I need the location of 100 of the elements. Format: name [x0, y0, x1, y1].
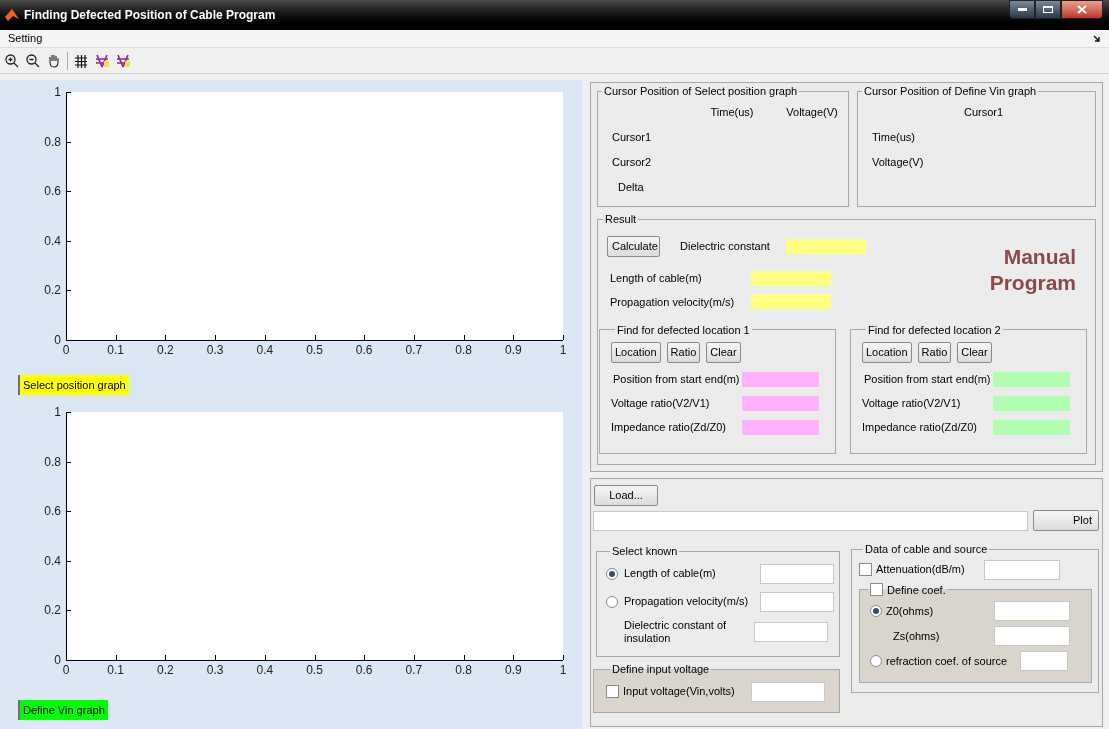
row-label: Time(us) — [872, 129, 915, 145]
field-label: Dielectric constant — [680, 238, 771, 254]
data-cursor-icon[interactable] — [94, 52, 110, 69]
tick-label: 0.4 — [44, 553, 61, 568]
group-title: Cursor Position of Define Vin graph — [863, 84, 1038, 99]
checkbox-label[interactable]: Define coef. — [887, 581, 946, 598]
option-label[interactable]: Z0(ohms) — [886, 602, 994, 620]
field-label: Impedance ratio(Zd/Z0) — [862, 419, 978, 435]
tick-label: 0.2 — [157, 343, 174, 357]
option-label[interactable]: Length of cable(m) — [624, 565, 758, 582]
option-label[interactable]: refraction coef. of source — [886, 652, 1020, 670]
field-label: Length of cable(m) — [610, 271, 703, 287]
radio-button[interactable] — [870, 605, 882, 617]
tick-label: 0.3 — [206, 343, 224, 357]
close-button[interactable] — [1061, 0, 1103, 19]
tick-label: 0.2 — [44, 603, 61, 618]
tick-label: 1 — [559, 343, 567, 357]
text-field[interactable] — [593, 510, 1028, 531]
tick-label: 0.8 — [455, 663, 472, 677]
hand-icon[interactable] — [46, 52, 62, 69]
app-logo-icon — [4, 7, 20, 23]
window-title: Finding Defected Position of Cable Program — [24, 7, 276, 24]
tick-label: 0.1 — [107, 663, 125, 677]
group-title: Cursor Position of Select position graph — [603, 84, 799, 99]
row-label: Cursor1 — [612, 129, 653, 145]
tick-label: 0 — [62, 343, 70, 357]
text-field[interactable] — [754, 621, 828, 642]
tick-label: 0.7 — [405, 663, 423, 677]
tick-label: 0.5 — [306, 343, 323, 357]
group-title: Result — [604, 212, 638, 227]
zoom-in-icon[interactable] — [4, 52, 20, 69]
button[interactable]: Clear — [706, 342, 741, 363]
field-label: Position from start end(m) — [612, 371, 741, 387]
checkbox[interactable] — [870, 583, 883, 597]
minimize-button[interactable] — [1009, 0, 1035, 19]
radio-button[interactable] — [870, 655, 882, 667]
tick-label: 0.7 — [405, 343, 423, 357]
graph-button[interactable]: Define Vin graph — [18, 700, 108, 720]
zoom-out-icon[interactable] — [25, 52, 41, 69]
column-header: Voltage(V) — [785, 104, 839, 120]
button[interactable]: Ratio — [666, 342, 701, 363]
checkbox-label[interactable]: Input voltage(Vin,volts) — [623, 683, 751, 700]
button[interactable]: Calculate — [607, 235, 660, 257]
text-field[interactable] — [994, 626, 1070, 646]
tick-label: 0.6 — [44, 184, 61, 199]
grid-icon[interactable] — [73, 52, 89, 69]
group-title: Find for defected location 1 — [616, 322, 751, 338]
tick-label: 0.9 — [504, 343, 522, 357]
tick-label: 0.6 — [44, 504, 61, 519]
tick-label: 0.8 — [455, 343, 472, 357]
button[interactable]: Ratio — [917, 342, 952, 363]
button[interactable]: Location — [611, 342, 661, 363]
tick-label: 0.6 — [355, 343, 373, 357]
text-field[interactable] — [1020, 651, 1068, 671]
column-header: Time(us) — [709, 104, 755, 120]
field-label: Zs(ohms) — [893, 628, 941, 644]
tick-label: 0.1 — [107, 343, 125, 357]
tick-label: 0.5 — [306, 663, 323, 677]
button[interactable]: Location — [862, 342, 912, 363]
tick-label: 0.8 — [44, 454, 61, 469]
graph-button[interactable]: Select position graph — [18, 375, 129, 395]
tick-label: 0.4 — [256, 663, 274, 677]
field-label: Propagation velocity(m/s) — [610, 294, 736, 310]
button[interactable]: Load... — [594, 485, 658, 506]
field-label: Voltage ratio(V2/V1) — [862, 395, 962, 411]
maximize-button[interactable] — [1035, 0, 1061, 19]
tick-label: 0 — [54, 653, 61, 667]
row-label: Voltage(V) — [872, 154, 924, 170]
dock-arrow-icon — [1093, 34, 1101, 43]
tick-label: 0.8 — [44, 134, 61, 149]
tick-label: 0.4 — [256, 343, 274, 357]
text-field[interactable] — [760, 563, 834, 584]
button[interactable]: Clear — [957, 342, 992, 363]
checkbox[interactable] — [859, 563, 872, 576]
tick-label: 0.2 — [44, 283, 61, 298]
checkbox-label[interactable]: Attenuation(dB/m) — [876, 561, 984, 578]
tick-label: 0.4 — [44, 233, 61, 248]
group-title: Select known — [611, 544, 679, 559]
tick-label: 0 — [62, 663, 70, 677]
button[interactable]: Plot — [1033, 510, 1099, 531]
field-label: Impedance ratio(Zd/Z0) — [611, 419, 727, 435]
tick-label: 1 — [559, 663, 567, 677]
row-label: Cursor2 — [612, 154, 653, 170]
field-label: Dielectric constant of insulation — [624, 618, 728, 645]
menu-item[interactable]: Setting — [8, 30, 43, 47]
text-field[interactable] — [994, 601, 1070, 621]
radio-button[interactable] — [606, 595, 618, 608]
text-field[interactable] — [760, 591, 834, 612]
text-field[interactable] — [984, 559, 1060, 580]
group-title: Define input voltage — [611, 662, 711, 677]
close-icon — [1077, 5, 1087, 14]
row-label: Delta — [617, 179, 645, 195]
tick-label: 0.9 — [504, 663, 522, 677]
checkbox[interactable] — [606, 685, 619, 698]
option-label[interactable]: Propagation velocity(m/s) — [624, 593, 758, 610]
radio-button[interactable] — [606, 567, 618, 580]
field-label: Voltage ratio(V2/V1) — [611, 395, 711, 411]
text-field[interactable] — [751, 681, 825, 702]
tick-label: 1 — [54, 85, 61, 99]
data-cursor-icon[interactable] — [115, 52, 131, 69]
